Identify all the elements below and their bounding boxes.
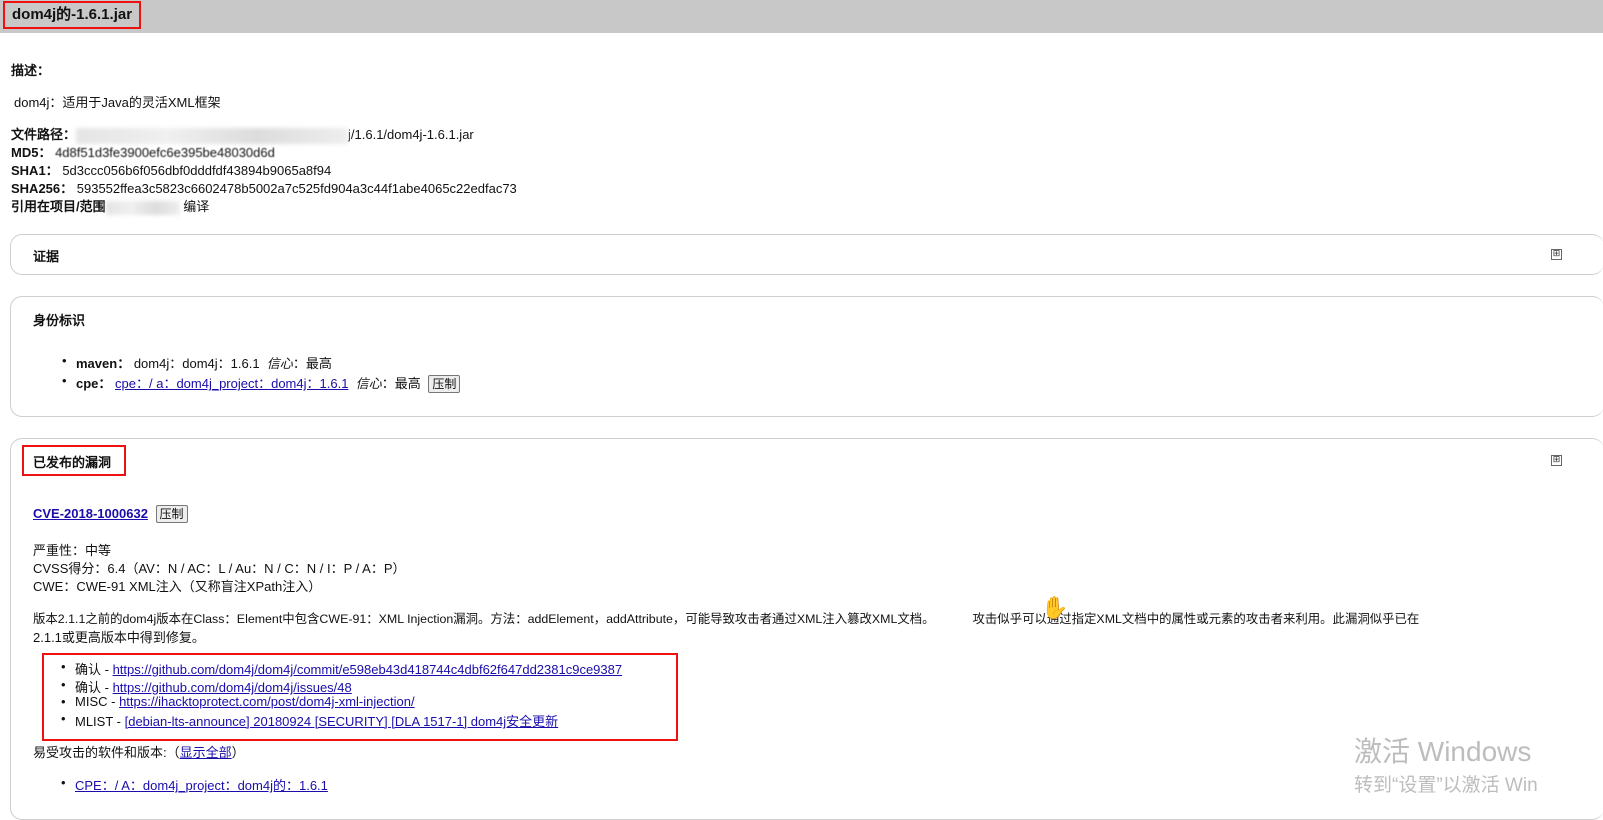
cpe-link[interactable]: cpe：/ a：dom4j_project：dom4j：1.6.1 — [115, 376, 348, 391]
vulnerable-cpe-link[interactable]: CPE：/ A：dom4j_project：dom4j的：1.6.1 — [75, 778, 328, 793]
cwe-text: CWE：CWE-91 XML注入（又称盲注XPath注入） — [33, 579, 322, 594]
suppress-button[interactable]: 压制 — [155, 505, 188, 523]
hand-cursor-icon: ✋ — [1041, 596, 1069, 621]
redacted-project — [105, 200, 180, 215]
scope-value: 编译 — [183, 199, 210, 214]
expand-icon[interactable]: ⊞ — [1551, 249, 1562, 260]
jar-title: dom4j的-1.6.1.jar — [3, 1, 142, 29]
file-path-suffix: j/1.6.1/dom4j-1.6.1.jar — [348, 127, 474, 142]
reference-item: MISC - https://ihacktoprotect.com/post/d… — [61, 694, 415, 709]
evidence-title: 证据 — [33, 249, 60, 264]
show-all-link[interactable]: 显示全部 — [180, 745, 232, 760]
description-text: dom4j：适用于Java的灵活XML框架 — [14, 95, 221, 110]
sha1-row: SHA1： 5d3ccc056b6f056dbf0dddfdf43894b906… — [11, 160, 331, 179]
cvss-text: CVSS得分：6.4（AV：N / AC：L / Au：N / C：N / I：… — [33, 561, 406, 576]
sha1-label: SHA1： — [11, 163, 59, 178]
reference-link[interactable]: https://github.com/dom4j/dom4j/issues/48 — [113, 680, 352, 695]
sha256-label: SHA256： — [11, 181, 74, 196]
severity-text: 严重性：中等 — [33, 543, 112, 558]
md5-row: MD5： 4d8f51d3fe3900efc6e395be48030d6d — [11, 142, 275, 161]
scope-row: 引用在项目/范围 编译 — [11, 196, 209, 215]
cve-row: CVE-2018-1000632 压制 — [33, 505, 188, 523]
cve-link[interactable]: CVE-2018-1000632 — [33, 506, 148, 521]
file-path-row: 文件路径： j/1.6.1/dom4j-1.6.1.jar — [11, 124, 474, 144]
vuln-description-line1: 版本2.1.1之前的dom4j版本在Class：Element中包含CWE-91… — [33, 612, 1420, 626]
reference-item: MLIST - [debian-lts-announce] 20180924 [… — [61, 711, 559, 730]
description-label: 描述： — [11, 63, 51, 78]
identity-panel: 身份标识 maven： dom4j：dom4j：1.6.1 信心：最高 cpe：… — [10, 296, 1603, 417]
evidence-panel: 证据 ⊞ — [10, 234, 1603, 275]
reference-item: 确认 - https://github.com/dom4j/dom4j/comm… — [61, 659, 623, 678]
scope-label: 引用在项目/范围 — [11, 199, 106, 214]
expand-icon[interactable]: ⊞ — [1551, 455, 1562, 466]
md5-value: 4d8f51d3fe3900efc6e395be48030d6d — [55, 145, 275, 160]
reference-link[interactable]: [debian-lts-announce] 20180924 [SECURITY… — [125, 714, 559, 729]
top-header-bar — [0, 0, 1603, 33]
reference-link[interactable]: https://ihacktoprotect.com/post/dom4j-xm… — [119, 694, 415, 709]
identity-cpe-item: cpe： cpe：/ a：dom4j_project：dom4j：1.6.1 信… — [62, 373, 461, 393]
highlight-box — [22, 445, 126, 476]
sha256-value: 593552ffea3c5823c6602478b5002a7c525fd904… — [76, 181, 517, 196]
identity-maven-item: maven： dom4j：dom4j：1.6.1 信心：最高 — [62, 353, 332, 372]
suppress-button[interactable]: 压制 — [428, 375, 461, 393]
reference-link[interactable]: https://github.com/dom4j/dom4j/commit/e5… — [113, 662, 623, 677]
sha1-value: 5d3ccc056b6f056dbf0dddfdf43894b9065a8f94 — [62, 163, 332, 178]
activation-watermark-subtitle: 转到“设置”以激活 Win — [1354, 775, 1538, 796]
file-path-label: 文件路径： — [11, 127, 77, 142]
vuln-description-line2: 2.1.1或更高版本中得到修复。 — [33, 630, 205, 645]
identity-title: 身份标识 — [33, 313, 86, 328]
sha256-row: SHA256： 593552ffea3c5823c6602478b5002a7c… — [11, 178, 517, 197]
activation-watermark-title: 激活 Windows — [1354, 736, 1532, 767]
vulnerable-cpe-item: CPE：/ A：dom4j_project：dom4j的：1.6.1 — [61, 775, 328, 794]
md5-label: MD5： — [11, 145, 52, 160]
vulnerable-software-row: 易受攻击的软件和版本:（显示全部） — [33, 745, 245, 760]
